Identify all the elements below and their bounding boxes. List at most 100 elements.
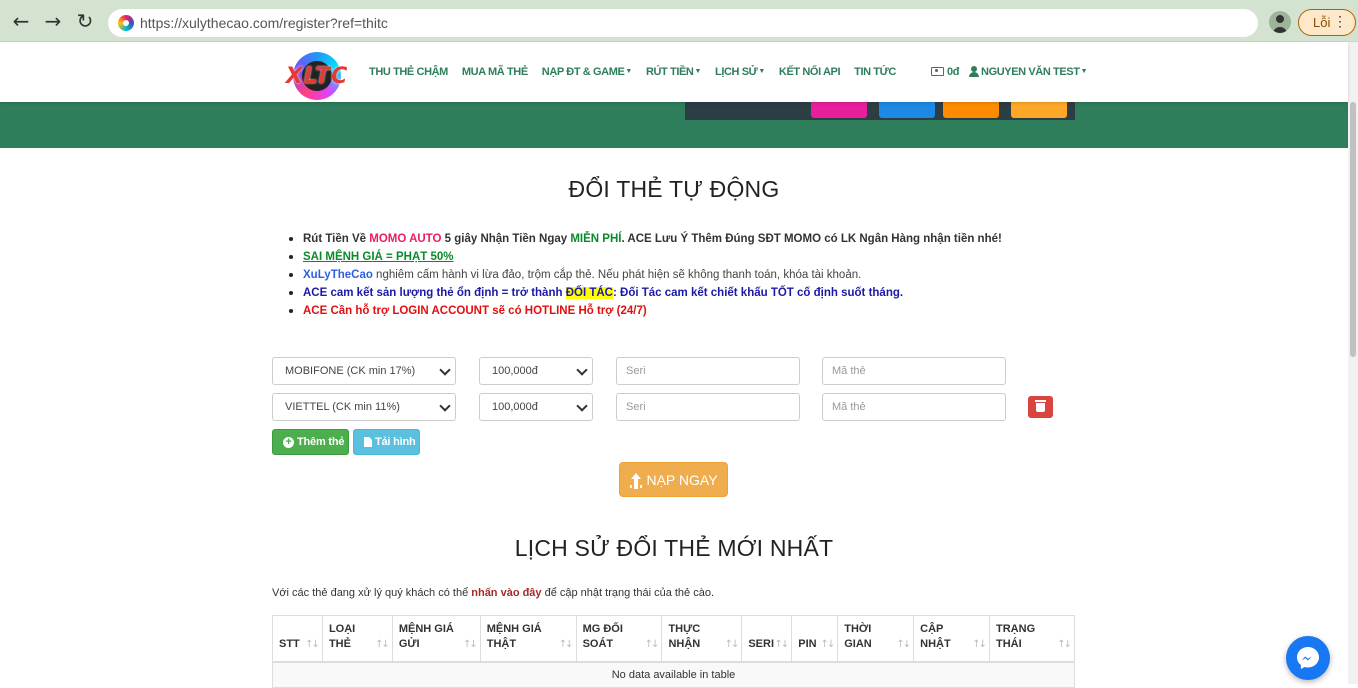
column-header[interactable]: MỆNH GIÁ THẬT ↑↓ [479, 615, 577, 663]
refresh-status-link[interactable]: nhấn vào đây [471, 587, 541, 599]
address-bar[interactable]: https://xulythecao.com/register?ref=thit… [108, 9, 1258, 37]
telco-select[interactable]: MOBIFONE (CK min 17%) [272, 357, 456, 385]
card-code-input[interactable]: Mã thẻ [822, 393, 1006, 421]
reload-icon[interactable]: ↻ [72, 8, 98, 34]
sort-icon[interactable]: ↑↓ [820, 637, 835, 652]
serial-placeholder: Seri [626, 365, 646, 377]
column-header[interactable]: PIN ↑↓ [791, 615, 839, 663]
column-label: GIAN [844, 637, 872, 650]
telco-select[interactable]: VIETTEL (CK min 11%) [272, 393, 456, 421]
column-header[interactable]: LOẠI THẺ ↑↓ [321, 615, 393, 663]
messenger-chat-button[interactable] [1286, 636, 1330, 680]
notice-penalty: SAI MỆNH GIÁ = PHẠT 50% [303, 251, 454, 263]
user-name: NGUYEN VĂN TEST [981, 66, 1080, 78]
upload-image-button[interactable]: Tải hình [353, 429, 420, 455]
telco-value: VIETTEL (CK min 11%) [285, 401, 400, 413]
telco-value: MOBIFONE (CK min 17%) [285, 365, 416, 377]
delete-row-button[interactable] [1028, 396, 1053, 418]
column-label: LOẠI [328, 622, 356, 635]
file-icon [364, 437, 372, 447]
menu-label: NẠP ĐT & GAME [541, 66, 625, 78]
notice-highlight: MIỄN PHÍ [570, 233, 622, 245]
amount-select[interactable]: 100,000đ [479, 393, 593, 421]
add-card-button[interactable]: + Thêm thẻ [272, 429, 349, 455]
code-placeholder: Mã thẻ [832, 401, 866, 413]
column-header[interactable]: THỰC NHẬN ↑↓ [661, 615, 743, 663]
forward-arrow-icon[interactable]: → [40, 8, 66, 34]
menu-label: KẾT NỐI API [778, 66, 841, 78]
notice-item: ACE cam kết sản lượng thẻ ổn định = trở … [289, 284, 1002, 302]
notice-item: XuLyTheCao nghiêm cấm hành vi lừa đảo, t… [289, 266, 1002, 284]
column-header[interactable]: SERI ↑↓ [741, 615, 793, 663]
menu-item-thu-the-cham[interactable]: THU THẺ CHẬM [369, 66, 448, 78]
sort-icon[interactable]: ↑↓ [775, 637, 790, 652]
logo-text: XLTC [285, 64, 349, 89]
amount-value: 100,000đ [492, 401, 538, 413]
sort-icon[interactable]: ↑↓ [725, 637, 740, 652]
banner-card-icon [811, 102, 867, 118]
column-label: MG ĐỐI [582, 622, 623, 635]
caret-down-icon: ▼ [1080, 68, 1088, 75]
column-label: SOÁT [582, 637, 614, 650]
column-label: CẬP [920, 622, 944, 635]
balance-link[interactable]: 0đ [931, 66, 959, 78]
sort-icon[interactable]: ↑↓ [375, 637, 390, 652]
menu-item-nap-dt-game[interactable]: NẠP ĐT & GAME▼ [541, 66, 633, 78]
sort-icon[interactable]: ↑↓ [559, 637, 574, 652]
menu-label: RÚT TIỀN [645, 66, 694, 78]
menu-item-rut-tien[interactable]: RÚT TIỀN▼ [646, 66, 701, 78]
sort-icon[interactable]: ↑↓ [645, 637, 660, 652]
column-header[interactable]: MỆNH GIÁ GỬI ↑↓ [391, 615, 481, 663]
menu-label: MUA MÃ THẺ [461, 66, 528, 78]
sort-icon[interactable]: ↑↓ [305, 637, 320, 652]
sort-icon[interactable]: ↑↓ [1057, 637, 1072, 652]
trash-icon [1035, 400, 1046, 412]
amount-value: 100,000đ [492, 365, 538, 377]
note-text: Với các thẻ đang xử lý quý khách có thể [272, 587, 472, 599]
balance-value: 0đ [947, 66, 960, 78]
more-vert-icon[interactable]: ⋮ [1333, 13, 1347, 30]
menu-item-mua-ma-the[interactable]: MUA MÃ THẺ [462, 66, 528, 78]
history-title: LỊCH SỬ ĐỔI THẺ MỚI NHẤT [514, 535, 834, 561]
history-note: Với các thẻ đang xử lý quý khách có thể … [272, 587, 714, 599]
sort-icon[interactable]: ↑↓ [463, 637, 478, 652]
notice-text: ACE cam kết sản lượng thẻ ổn định = trở … [303, 287, 566, 299]
card-code-input[interactable]: Mã thẻ [822, 357, 1006, 385]
url-text: https://xulythecao.com/register?ref=thit… [140, 15, 388, 31]
site-logo[interactable]: XLTC [279, 52, 355, 104]
table-header-row: STT ↑↓ LOẠI THẺ ↑↓ MỆNH GIÁ GỬI ↑↓ MỆNH GIÁ THẬT ↑… [272, 615, 1075, 663]
browser-toolbar: ← → ↻ https://xulythecao.com/register?re… [0, 0, 1358, 42]
user-nav: 0đ NGUYEN VĂN TEST▼ [931, 66, 1087, 78]
amount-select[interactable]: 100,000đ [479, 357, 593, 385]
banner-card-icon [1011, 102, 1067, 118]
column-header[interactable]: THỜI GIAN ↑↓ [837, 615, 915, 663]
scrollbar-thumb[interactable] [1350, 102, 1356, 357]
menu-item-tin-tuc[interactable]: TIN TỨC [854, 66, 896, 78]
column-header[interactable]: CẬP NHẬT ↑↓ [913, 615, 991, 663]
menu-item-ket-noi-api[interactable]: KẾT NỐI API [778, 66, 841, 78]
column-label: THỜI [844, 622, 872, 635]
column-header[interactable]: MG ĐỐI SOÁT ↑↓ [575, 615, 663, 663]
page-scrollbar[interactable] [1348, 42, 1358, 684]
code-placeholder: Mã thẻ [832, 365, 866, 377]
column-header[interactable]: STT ↑↓ [272, 615, 323, 663]
site-favicon-icon [118, 15, 134, 31]
main-menu: THU THẺ CHẬM MUA MÃ THẺ NẠP ĐT & GAME▼ R… [369, 66, 910, 78]
error-chip[interactable]: Lỗi ⋮ [1298, 9, 1356, 36]
notice-item: ACE Cần hỗ trợ LOGIN ACCOUNT sẽ có HOTLI… [289, 302, 1002, 320]
submit-button[interactable]: NẠP NGAY [619, 462, 728, 497]
sort-icon[interactable]: ↑↓ [896, 637, 911, 652]
upload-icon [629, 472, 643, 487]
sort-icon[interactable]: ↑↓ [972, 637, 987, 652]
serial-input[interactable]: Seri [616, 357, 800, 385]
back-arrow-icon[interactable]: ← [8, 8, 34, 34]
error-chip-label: Lỗi [1313, 15, 1331, 30]
column-header[interactable]: TRẠNG THÁI ↑↓ [989, 615, 1075, 663]
column-label: MỆNH GIÁ [398, 622, 454, 635]
column-label: NHẬN [668, 637, 701, 650]
menu-item-lich-su[interactable]: LỊCH SỬ▼ [715, 66, 765, 78]
user-menu[interactable]: NGUYEN VĂN TEST▼ [969, 66, 1087, 78]
serial-input[interactable]: Seri [616, 393, 800, 421]
profile-avatar-icon[interactable] [1269, 11, 1291, 33]
plus-circle-icon: + [283, 436, 294, 448]
